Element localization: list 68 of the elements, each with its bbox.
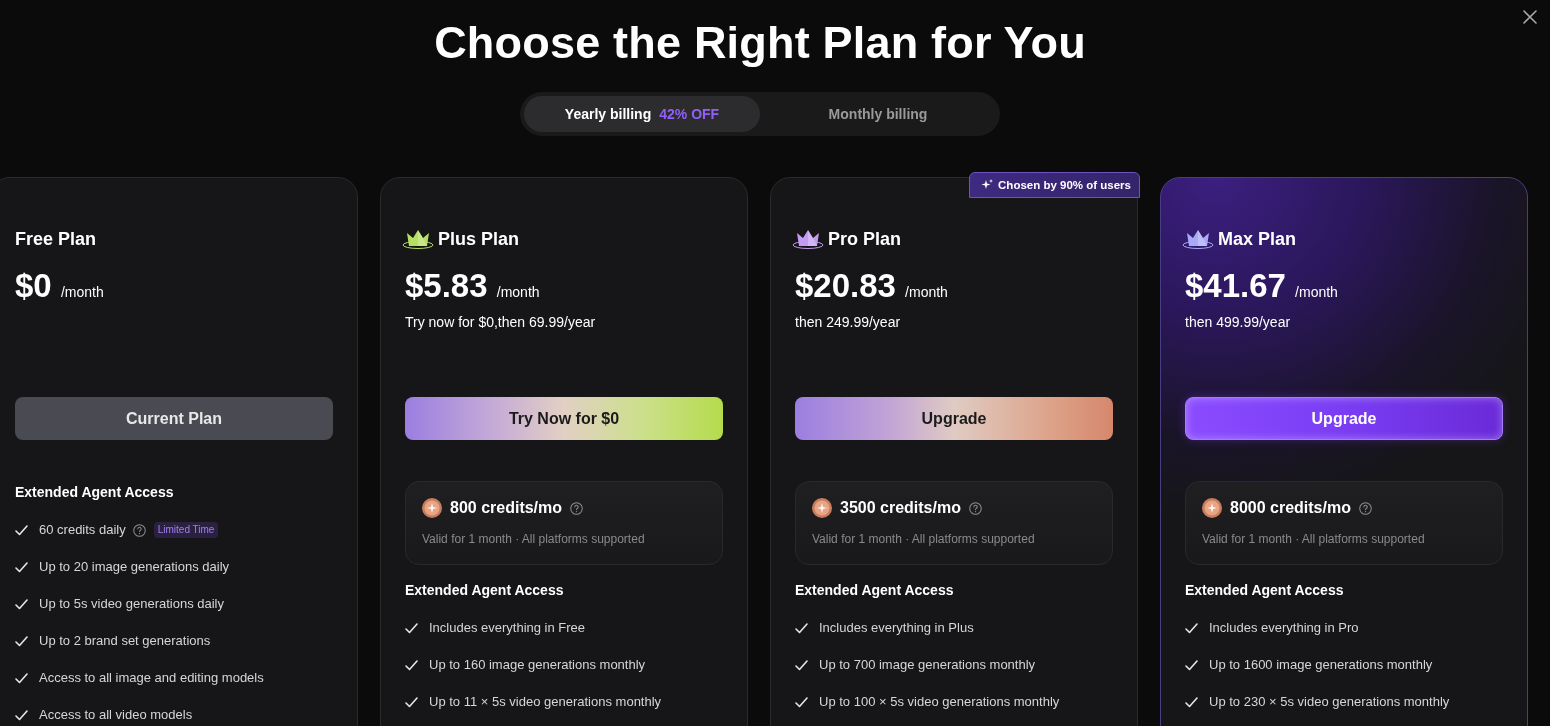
credits-note: Valid for 1 month · All platforms supported xyxy=(1202,531,1426,548)
help-icon[interactable] xyxy=(968,501,982,515)
plan-button[interactable]: Upgrade xyxy=(795,397,1113,440)
credits-note: Valid for 1 month · All platforms supported xyxy=(812,531,1036,548)
check-icon xyxy=(795,696,808,708)
check-icon xyxy=(15,635,28,647)
help-icon[interactable] xyxy=(570,501,584,515)
feature-text: Up to 100 × 5s video generations monthly xyxy=(819,693,1060,711)
feature-text: Access to all image and editing models xyxy=(39,669,264,687)
feature-text: Up to 700 image generations monthly xyxy=(819,656,1036,674)
check-icon xyxy=(795,659,808,671)
feature-text: Up to 1600 image generations monthly xyxy=(1209,656,1433,674)
feature-text: Up to 230 × 5s video generations monthly xyxy=(1209,693,1450,711)
dialog-title: Choose the Right Plan for You xyxy=(434,16,1086,70)
credits-amount: 8000 credits/mo xyxy=(1230,498,1351,518)
section-heading: Extended Agent Access xyxy=(795,581,955,600)
feature-text: Up to 11 × 5s video generations monthly xyxy=(429,693,662,711)
check-icon xyxy=(15,709,28,721)
check-icon xyxy=(15,598,28,610)
plan-name: Max Plan xyxy=(1218,228,1297,251)
help-icon[interactable] xyxy=(132,523,146,537)
feature-text: Includes everything in Plus xyxy=(819,619,974,637)
coin-icon xyxy=(422,498,442,518)
billing-tab[interactable]: Monthly billing xyxy=(760,96,996,132)
check-icon xyxy=(1185,622,1198,634)
plan-note: then 249.99/year xyxy=(795,313,902,332)
check-icon xyxy=(1185,696,1198,708)
section-heading: Extended Agent Access xyxy=(15,483,175,502)
plan-name: Free Plan xyxy=(15,228,97,251)
check-icon xyxy=(15,561,28,573)
feature-text: Access to all video models xyxy=(39,706,193,724)
check-icon xyxy=(795,622,808,634)
plan-price: $0 /month xyxy=(15,266,105,306)
credits-amount: 800 credits/mo xyxy=(450,498,563,518)
credits-amount: 3500 credits/mo xyxy=(840,498,961,518)
plan-name: Pro Plan xyxy=(828,228,902,251)
feature-text: 60 credits daily xyxy=(39,521,126,539)
plan-price: $5.83 /month xyxy=(405,266,541,306)
plan-price: $20.83 /month xyxy=(795,266,949,306)
feature-text: Up to 160 image generations monthly xyxy=(429,656,646,674)
plan-price: $41.67 /month xyxy=(1185,266,1339,306)
plan-button[interactable]: Upgrade xyxy=(1185,397,1503,440)
check-icon xyxy=(405,696,418,708)
feature-text: Up to 20 image generations daily xyxy=(39,558,230,576)
help-icon[interactable] xyxy=(1358,501,1372,515)
billing-tab[interactable]: Yearly billing 42% OFF xyxy=(524,96,760,132)
plan-note: then 499.99/year xyxy=(1185,313,1292,332)
plan-button[interactable]: Current Plan xyxy=(15,397,333,440)
credits-note: Valid for 1 month · All platforms supported xyxy=(422,531,646,548)
plan-name: Plus Plan xyxy=(438,228,520,251)
check-icon xyxy=(405,659,418,671)
feature-text: Includes everything in Free xyxy=(429,619,586,637)
check-icon xyxy=(15,524,28,536)
feature-text: Up to 5s video generations daily xyxy=(39,595,224,613)
coin-icon xyxy=(812,498,832,518)
feature-text: Includes everything in Pro xyxy=(1209,619,1359,637)
close-icon[interactable] xyxy=(1523,10,1537,24)
feature-text: Up to 2 brand set generations xyxy=(39,632,211,650)
section-heading: Extended Agent Access xyxy=(405,581,565,600)
plan-note: Try now for $0,then 69.99/year xyxy=(405,313,597,332)
section-heading: Extended Agent Access xyxy=(1185,581,1345,600)
badge-text: Chosen by 90% of users xyxy=(998,178,1131,193)
check-icon xyxy=(15,672,28,684)
check-icon xyxy=(405,622,418,634)
coin-icon xyxy=(1202,498,1222,518)
feature-tag: Limited Time xyxy=(153,522,219,538)
plan-button[interactable]: Try Now for $0 xyxy=(405,397,723,440)
check-icon xyxy=(1185,659,1198,671)
